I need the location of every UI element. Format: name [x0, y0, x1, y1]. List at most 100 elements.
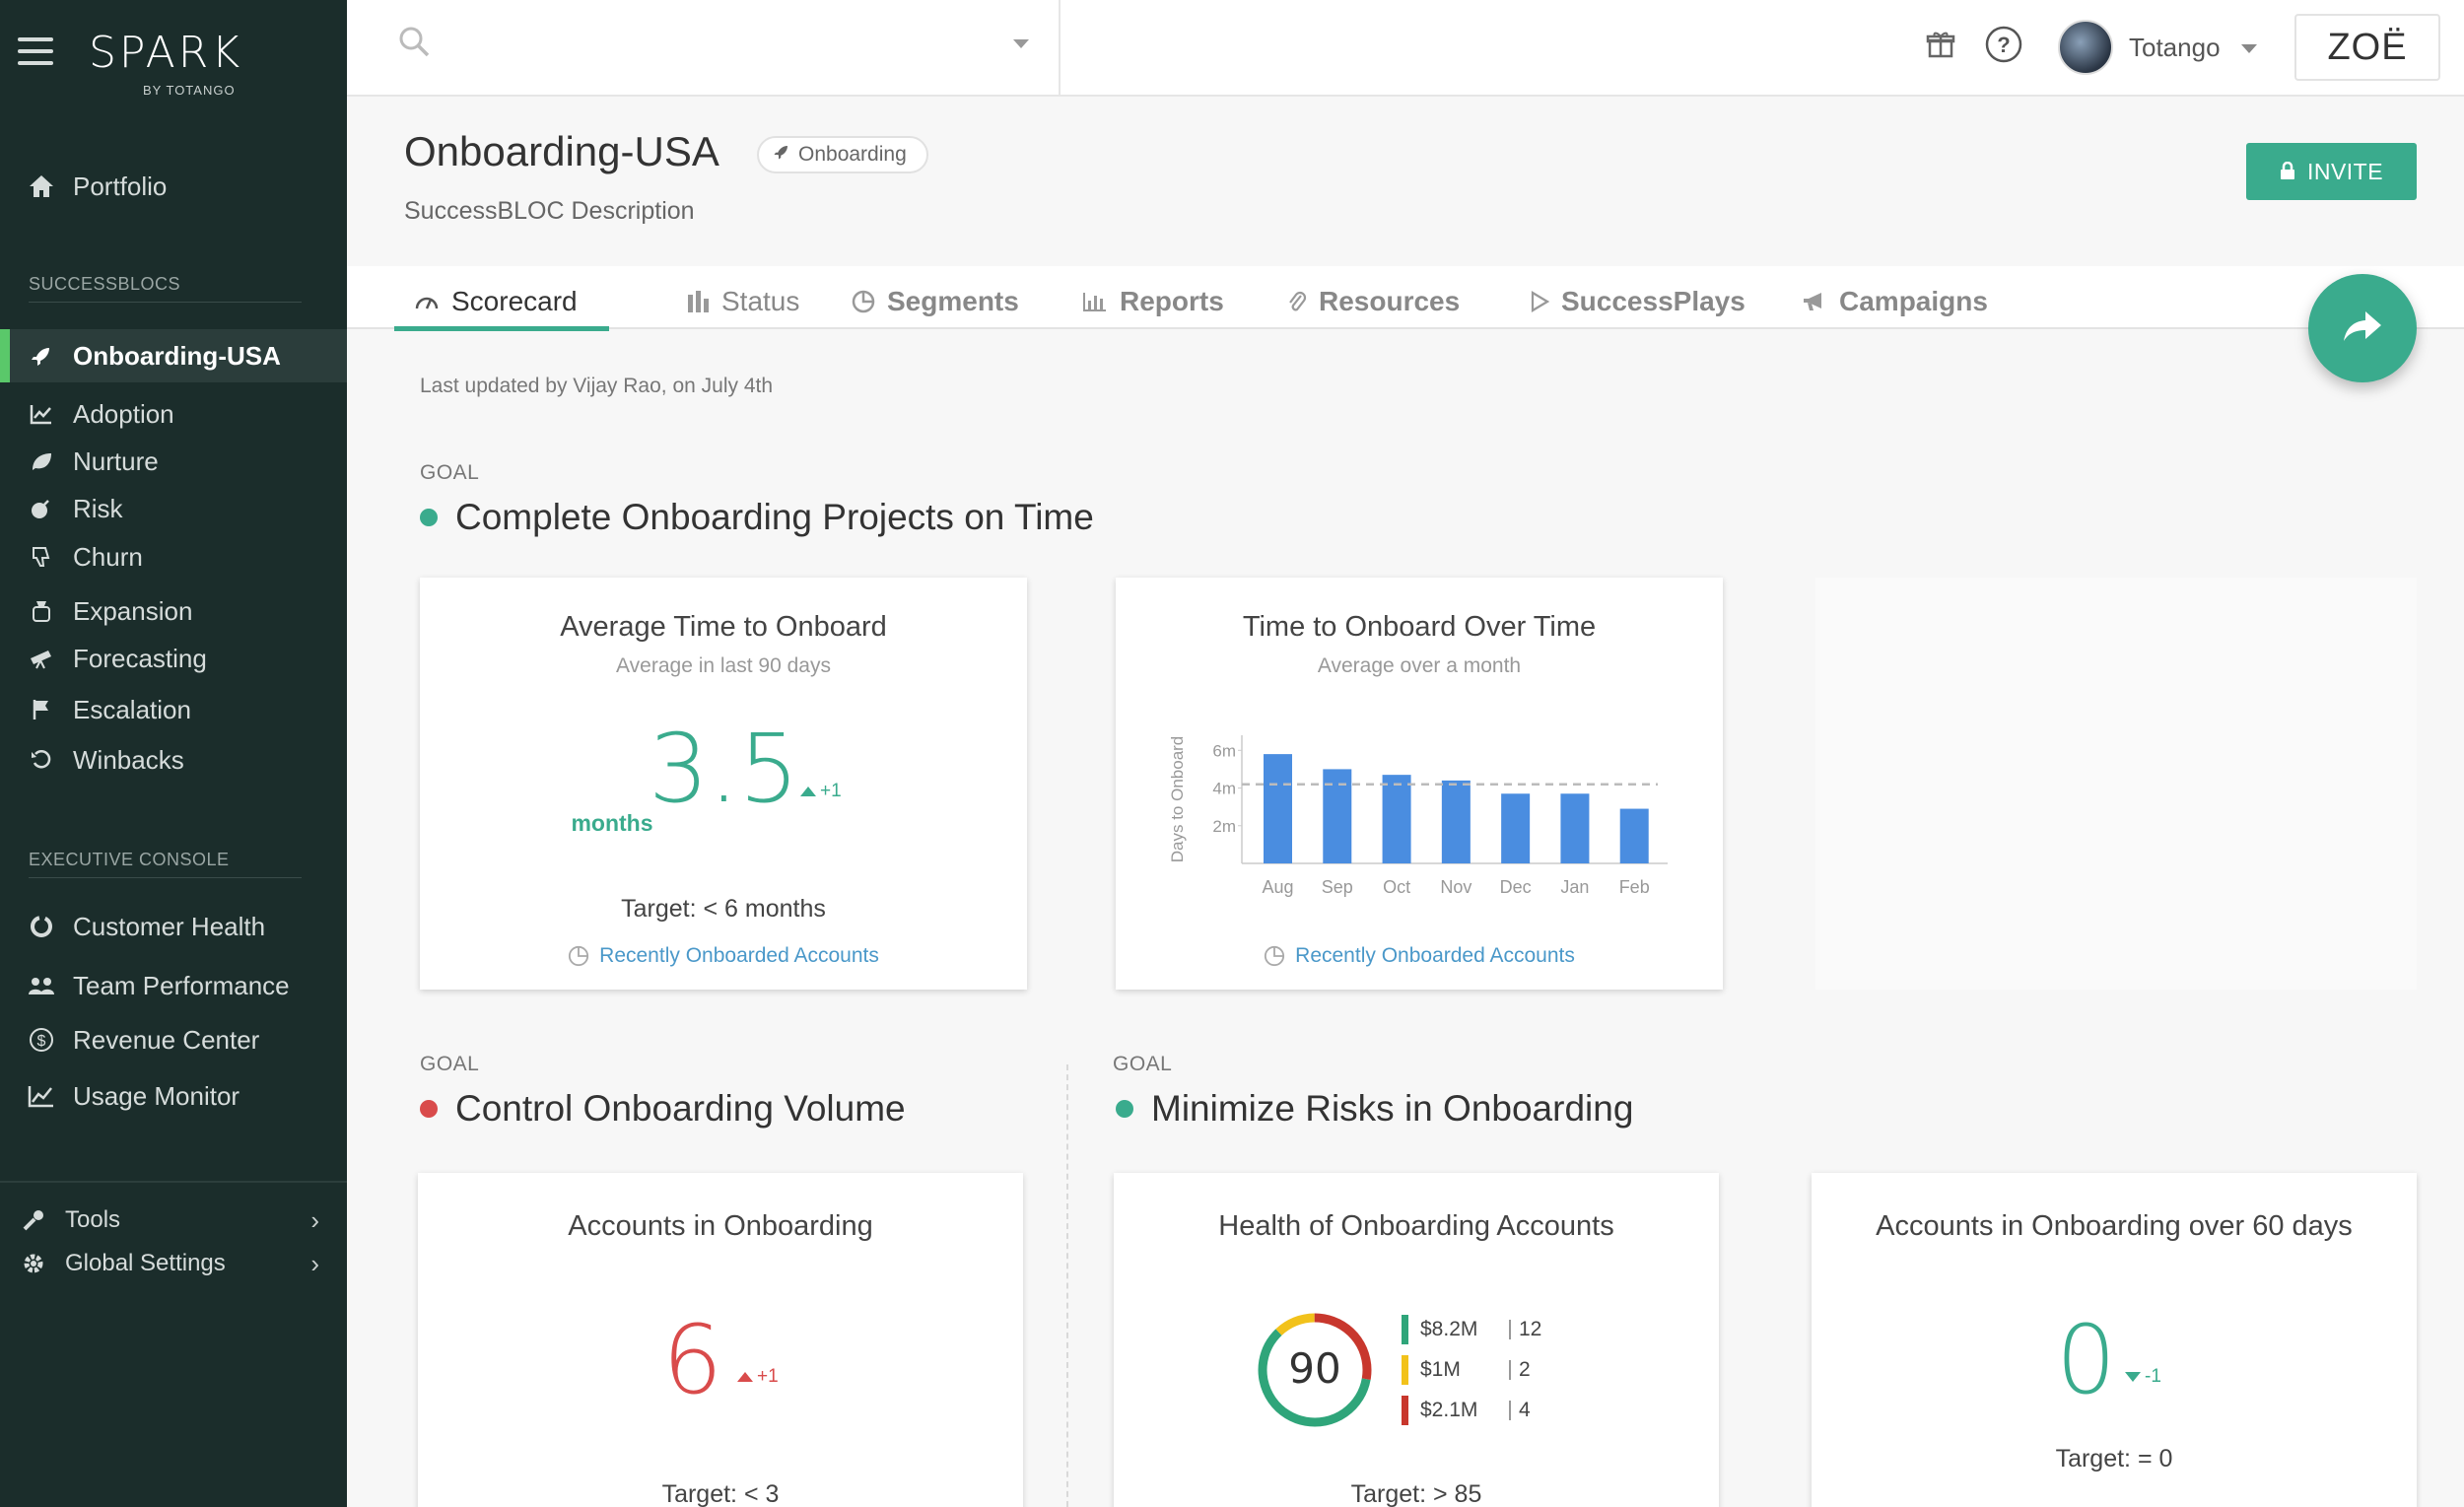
health-legend: $8.2M 12 $1M 2 $2.1M 4 — [1402, 1309, 1541, 1430]
user-dropdown-caret-icon[interactable] — [2241, 44, 2257, 53]
sidebar-item-adoption[interactable]: Adoption — [0, 388, 347, 440]
tab-status[interactable]: Status — [686, 274, 799, 329]
health-count: 2 — [1519, 1357, 1531, 1381]
page-description: SuccessBLOC Description — [404, 197, 695, 225]
sidebar-item-label: Nurture — [73, 445, 159, 476]
health-score: 90 — [1288, 1344, 1340, 1393]
goal-title-text: Control Onboarding Volume — [455, 1088, 906, 1129]
card-subtitle: Average over a month — [1317, 654, 1522, 677]
sidebar-item-risk[interactable]: Risk — [0, 483, 347, 534]
card-title: Accounts in Onboarding over 60 days — [1876, 1210, 2353, 1242]
bar-chart-icon — [1082, 291, 1108, 312]
leaf-icon — [28, 447, 55, 475]
dollar-circle-icon: $ — [28, 1026, 55, 1054]
sidebar-item-tools[interactable]: Tools › — [0, 1197, 347, 1244]
sidebar-item-nurture[interactable]: Nurture — [0, 436, 347, 487]
gift-icon[interactable] — [1926, 30, 1955, 64]
goal-title: Control Onboarding Volume — [420, 1088, 906, 1130]
health-bar — [1402, 1314, 1408, 1344]
sidebar-item-global-settings[interactable]: Global Settings › — [0, 1240, 347, 1287]
metric-delta: +1 — [737, 1366, 779, 1388]
sidebar-item-label: Revenue Center — [73, 1024, 260, 1055]
tab-label: Status — [721, 286, 800, 316]
goal-status-dot — [420, 509, 438, 526]
sidebar-item-revenue-center[interactable]: $ Revenue Center — [0, 1014, 347, 1065]
sidebar-item-team-performance[interactable]: Team Performance — [0, 960, 347, 1011]
metric-card-accounts: Accounts in Onboarding 6 +1 Target: < 3 — [418, 1173, 1023, 1507]
lock-icon — [2280, 159, 2295, 185]
goal-title-text: Complete Onboarding Projects on Time — [455, 497, 1094, 537]
health-count: 12 — [1519, 1317, 1542, 1340]
sidebar-item-forecasting[interactable]: Forecasting — [0, 633, 347, 684]
sidebar-item-usage-monitor[interactable]: Usage Monitor — [0, 1070, 347, 1122]
page-title: Onboarding-USA — [404, 128, 719, 174]
tab-resources[interactable]: Resources — [1287, 274, 1460, 329]
card-target: Target: = 0 — [2055, 1445, 2173, 1473]
metric-card-over-60-days: Accounts in Onboarding over 60 days 0 -1… — [1812, 1173, 2417, 1507]
tab-reports[interactable]: Reports — [1082, 274, 1224, 329]
avatar[interactable] — [2058, 20, 2113, 75]
delta-text: +1 — [820, 781, 842, 801]
card-target: Target: > 85 — [1350, 1480, 1482, 1507]
recently-onboarded-link[interactable]: Recently Onboarded Accounts — [1116, 944, 1723, 968]
play-icon — [1530, 291, 1549, 312]
zoe-label: ZOË — [2327, 26, 2408, 68]
tab-scorecard[interactable]: Scorecard — [394, 274, 609, 331]
zoe-assistant-button[interactable]: ZOË — [2294, 14, 2440, 81]
section-label-executive: EXECUTIVE CONSOLE — [29, 850, 230, 869]
hamburger-menu-icon[interactable] — [18, 37, 53, 67]
sidebar-item-escalation[interactable]: Escalation — [0, 684, 347, 735]
x-tick-label: Sep — [1322, 877, 1353, 897]
link-text: Recently Onboarded Accounts — [599, 944, 879, 967]
metric-value: 3.5 — [649, 714, 799, 824]
invite-button[interactable]: INVITE — [2246, 143, 2417, 200]
sidebar-item-customer-health[interactable]: Customer Health — [0, 901, 347, 952]
goal-divider — [1066, 1064, 1068, 1507]
tab-successplays[interactable]: SuccessPlays — [1530, 274, 1745, 329]
sidebar-item-label: Winbacks — [73, 744, 184, 775]
triangle-down-icon — [2125, 1372, 2141, 1382]
sidebar-item-label: Risk — [73, 493, 123, 523]
gauge-icon — [414, 292, 440, 311]
divider — [29, 877, 302, 878]
tab-label: Reports — [1120, 286, 1224, 316]
pie-icon — [1264, 945, 1285, 967]
recently-onboarded-link[interactable]: Recently Onboarded Accounts — [420, 944, 1027, 968]
sidebar-item-portfolio[interactable]: Portfolio — [0, 161, 347, 212]
gear-icon — [20, 1250, 47, 1277]
tab-bar: Scorecard Status Segments Reports Resour… — [347, 266, 2464, 331]
sidebar-item-expansion[interactable]: Expansion — [0, 585, 347, 637]
tab-label: Campaigns — [1839, 286, 1988, 316]
tab-segments[interactable]: Segments — [852, 274, 1019, 329]
brand-logo: SPARK — [89, 28, 243, 78]
bar-chart: 2m 4m 6m Days to Onboard Aug Sep Oct Nov Dec Jan F… — [1168, 735, 1668, 897]
x-tick-label: Aug — [1262, 877, 1293, 897]
sidebar-item-winbacks[interactable]: Winbacks — [0, 734, 347, 786]
search-dropdown-caret-icon[interactable] — [1013, 39, 1029, 48]
help-icon[interactable]: ? — [1985, 26, 2022, 68]
rocket-icon — [773, 143, 790, 167]
goal-title-text: Minimize Risks in Onboarding — [1151, 1088, 1634, 1129]
x-tick-label: Oct — [1383, 877, 1410, 897]
tab-campaigns[interactable]: Campaigns — [1802, 274, 1988, 329]
sidebar-item-onboarding-usa[interactable]: Onboarding-USA — [0, 329, 347, 382]
health-row-yellow: $1M 2 — [1402, 1349, 1541, 1390]
search-bar[interactable] — [347, 0, 1061, 97]
telescope-icon — [28, 645, 55, 672]
card-title: Time to Onboard Over Time — [1242, 611, 1597, 643]
goal-label: GOAL — [420, 461, 480, 484]
divider — [1509, 1319, 1511, 1339]
sidebar-item-label: Forecasting — [73, 643, 207, 673]
sidebar: SPARK BY TOTANGO Portfolio SUCCESSBLOCS … — [0, 0, 347, 1507]
health-amount: $8.2M — [1420, 1317, 1478, 1340]
sidebar-item-churn[interactable]: Churn — [0, 531, 347, 582]
card-title: Health of Onboarding Accounts — [1218, 1210, 1614, 1242]
tab-label: Segments — [887, 286, 1019, 316]
share-button[interactable] — [2308, 274, 2417, 382]
sidebar-item-label: Escalation — [73, 694, 191, 724]
divider — [29, 302, 302, 303]
tab-label: SuccessPlays — [1561, 286, 1745, 316]
chevron-right-icon: › — [310, 1204, 319, 1235]
pie-icon — [568, 945, 589, 967]
user-name[interactable]: Totango — [2129, 33, 2221, 63]
